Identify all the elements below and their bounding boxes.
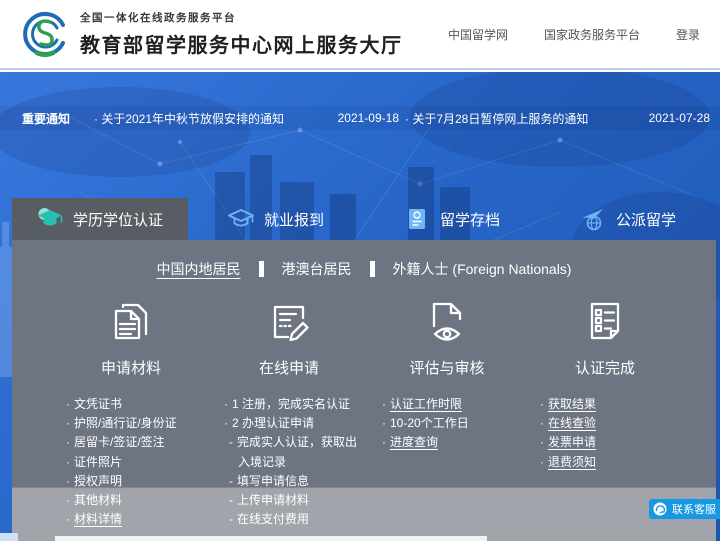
header-nav: 中国留学网 国家政务服务平台 登录 [448, 26, 706, 43]
list-item: - 上传申请材料 [229, 493, 310, 508]
nav-link-china-study-abroad[interactable]: 中国留学网 [448, 26, 508, 43]
resident-subtabs: 中国内地居民 港澳台居民 外籍人士 (Foreign Nationals) [12, 240, 716, 279]
column-list: · 认证工作时限 · 10-20个工作日 · 进度查询 [368, 395, 526, 453]
site-title-block: 全国一体化在线政务服务平台 教育部留学服务中心网上服务大厅 [80, 10, 403, 58]
tab-study-abroad-archive[interactable]: 留学存档 [364, 198, 540, 240]
column-list: · 获取结果 · 在线查验 · 发票申请 · 退费须知 [526, 395, 684, 472]
notice-bar: 重要通知 · 关于2021年中秋节放假安排的通知 2021-09-18 · 关于… [0, 106, 720, 130]
process-columns: 申请材料 · 文凭证书 · 护照/通行证/身份证 · 居留卡/签证/签注 · 证件照片 … [12, 279, 716, 529]
graduation-cap-icon [37, 206, 63, 232]
customer-service-icon [653, 502, 667, 516]
notice-date: 2021-09-18 [337, 111, 399, 125]
page-title: 教育部留学服务中心网上服务大厅 [80, 35, 403, 57]
site-logo-icon[interactable] [20, 9, 70, 59]
documents-icon [52, 293, 210, 351]
separator [369, 261, 375, 277]
column-online-application: 在线申请 · 1 注册，完成实名认证 · 2 办理认证申请 - 完成实人认证，获取出入… [210, 293, 368, 529]
list-item: · 授权声明 [66, 473, 123, 488]
subtab-mainland-residents[interactable]: 中国内地居民 [157, 259, 241, 279]
archive-document-icon [404, 206, 430, 232]
contact-button-label: 联系客服 [672, 504, 716, 516]
document-eye-icon [368, 293, 526, 351]
platform-label: 全国一体化在线政务服务平台 [80, 12, 236, 24]
list-item: - 完成实人认证，获取出入境记录 [229, 435, 358, 469]
list-item: · 2 办理认证申请 [224, 416, 315, 431]
list-item-online-verification[interactable]: · 在线查验 [540, 414, 684, 433]
notice-item[interactable]: · 关于2021年中秋节放假安排的通知 2021-09-18 [94, 110, 399, 127]
notice-title[interactable]: · 关于2021年中秋节放假安排的通知 [94, 110, 284, 127]
site-header: 全国一体化在线政务服务平台 教育部留学服务中心网上服务大厅 中国留学网 国家政务… [0, 0, 720, 70]
tab-employment-registration[interactable]: 就业报到 [188, 198, 364, 240]
notice-bar-label: 重要通知 [22, 111, 71, 126]
column-title: 评估与审核 [409, 360, 485, 377]
nav-link-gov-service-platform[interactable]: 国家政务服务平台 [544, 26, 640, 43]
subtab-hk-macao-taiwan-residents[interactable]: 港澳台居民 [282, 259, 352, 279]
column-list: · 文凭证书 · 护照/通行证/身份证 · 居留卡/签证/签注 · 证件照片 · 授权声明… [52, 395, 210, 529]
notice-title[interactable]: · 关于7月28日暂停网上服务的通知 [405, 110, 588, 127]
column-certification-complete: 认证完成 · 获取结果 · 在线查验 · 发票申请 · 退费须知 [526, 293, 684, 529]
primary-tabs: 学历学位认证 就业报到 留学存档 公派留学 [12, 198, 716, 240]
list-item: · 证件照片 [66, 454, 123, 469]
login-link[interactable]: 登录 [676, 26, 700, 43]
hero-section: 重要通知 · 关于2021年中秋节放假安排的通知 2021-09-18 · 关于… [0, 72, 720, 541]
next-section-edge [55, 536, 487, 541]
tab-degree-certification[interactable]: 学历学位认证 [12, 198, 188, 240]
column-application-materials: 申请材料 · 文凭证书 · 护照/通行证/身份证 · 居留卡/签证/签注 · 证件照片 … [52, 293, 210, 529]
column-title: 在线申请 [258, 360, 319, 377]
content-panel: 中国内地居民 港澳台居民 外籍人士 (Foreign Nationals) 申请… [12, 240, 716, 541]
notice-item[interactable]: · 关于7月28日暂停网上服务的通知 2021-07-28 [405, 110, 710, 127]
page-corner-edge [0, 533, 18, 541]
list-item: · 10-20个工作日 [382, 416, 469, 431]
subtab-foreign-nationals[interactable]: 外籍人士 (Foreign Nationals) [393, 259, 572, 279]
list-item-progress-inquiry[interactable]: · 进度查询 [382, 433, 526, 452]
column-title: 认证完成 [574, 360, 635, 377]
tab-government-sponsored-study[interactable]: 公派留学 [540, 198, 716, 240]
column-evaluation-review: 评估与审核 · 认证工作时限 · 10-20个工作日 · 进度查询 [368, 293, 526, 529]
tab-label: 留学存档 [439, 211, 500, 229]
list-item-get-result[interactable]: · 获取结果 [540, 395, 684, 414]
tab-label: 公派留学 [615, 211, 676, 229]
list-item: · 1 注册，完成实名认证 [224, 397, 351, 411]
list-item: · 居留卡/签证/签注 [66, 435, 165, 450]
list-item-refund-notice[interactable]: · 退费须知 [540, 453, 684, 472]
airplane-globe-icon [580, 206, 606, 232]
notice-date: 2021-07-28 [648, 111, 710, 125]
list-item-material-details[interactable]: · 材料详情 [66, 510, 210, 529]
list-item: - 填写申请信息 [229, 473, 310, 488]
tab-label: 学历学位认证 [72, 211, 163, 229]
separator [258, 261, 264, 277]
list-item: · 文凭证书 [66, 397, 123, 411]
tab-label: 就业报到 [263, 211, 324, 229]
list-item-certification-time-limit[interactable]: · 认证工作时限 [382, 395, 526, 414]
column-title: 申请材料 [100, 360, 161, 377]
list-item: · 护照/通行证/身份证 [66, 416, 177, 431]
column-list: · 1 注册，完成实名认证 · 2 办理认证申请 - 完成实人认证，获取出入境记录 -… [210, 395, 368, 529]
list-item: - 在线支付费用 [229, 512, 310, 527]
form-pencil-icon [210, 293, 368, 351]
list-item-invoice-request[interactable]: · 发票申请 [540, 433, 684, 452]
checklist-icon [526, 293, 684, 351]
contact-customer-service-button[interactable]: 联系客服 [649, 499, 720, 519]
graduation-cap-icon [228, 206, 254, 232]
list-item: · 其他材料 [66, 493, 123, 508]
